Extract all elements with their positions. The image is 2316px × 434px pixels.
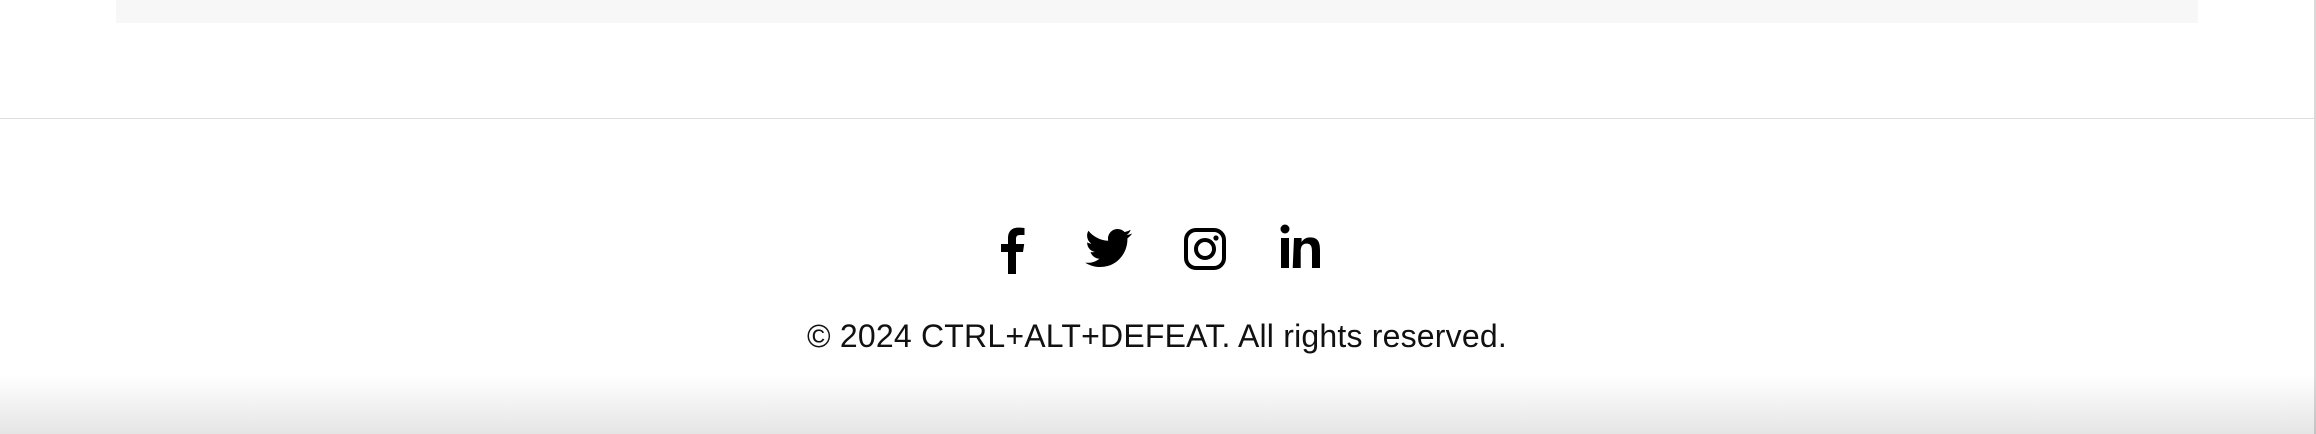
twitter-icon (1085, 229, 1133, 267)
copyright-text: © 2024 CTRL+ALT+DEFEAT. All rights reser… (807, 318, 1507, 354)
facebook-icon (1001, 227, 1025, 274)
content-strip (116, 0, 2198, 23)
page: © 2024 CTRL+ALT+DEFEAT. All rights reser… (0, 0, 2316, 434)
linkedin-link[interactable] (1277, 222, 1325, 274)
instagram-link[interactable] (1181, 222, 1229, 274)
facebook-link[interactable] (989, 222, 1037, 274)
bottom-shadow (0, 374, 2316, 434)
linkedin-icon (1280, 224, 1320, 268)
twitter-link[interactable] (1085, 222, 1133, 274)
instagram-icon (1184, 228, 1226, 270)
footer-divider (0, 118, 2314, 119)
social-links (0, 222, 2314, 274)
